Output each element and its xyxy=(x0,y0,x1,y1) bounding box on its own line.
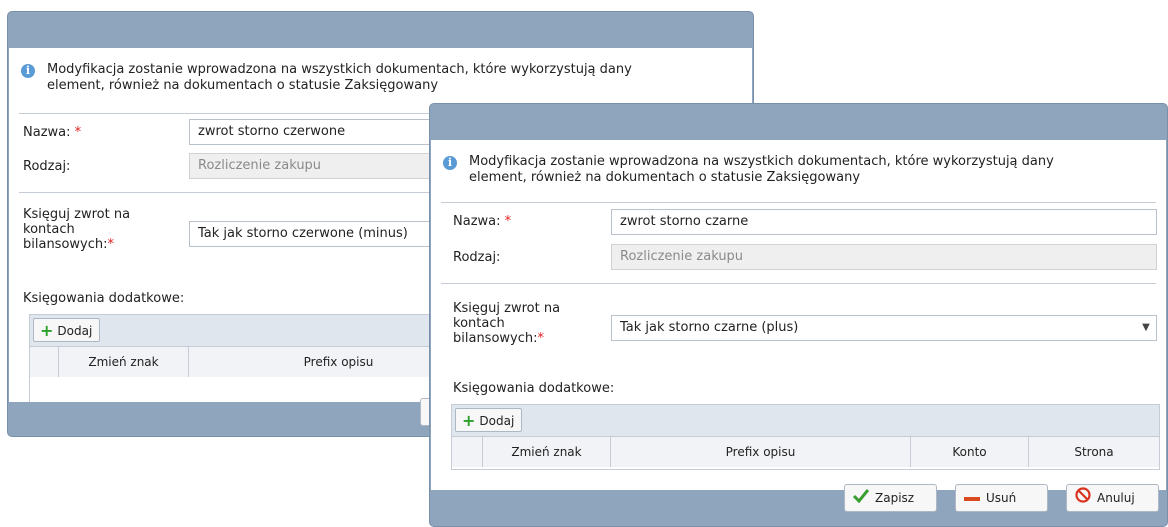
divider xyxy=(441,283,1156,284)
ksieguj-select-value: Tak jak storno czarne (plus) xyxy=(620,320,799,335)
info-icon: i xyxy=(443,156,457,170)
plus-icon: + xyxy=(40,321,54,340)
ksieguj-label-3-text: bilansowych: xyxy=(453,331,538,346)
column-header[interactable]: Prefix opisu xyxy=(610,437,910,467)
add-button-label: Dodaj xyxy=(479,414,515,428)
cancel-button[interactable]: Anuluj xyxy=(1066,484,1159,512)
info-line-2: element, również na dokumentach o status… xyxy=(47,78,439,93)
delete-button[interactable]: Usuń xyxy=(955,484,1048,512)
cancel-icon xyxy=(1075,486,1091,512)
rodzaj-input: Rozliczenie zakupu xyxy=(611,244,1157,270)
info-icon: i xyxy=(21,64,35,78)
ksieguj-select[interactable]: Tak jak storno czarne (plus) ▼ xyxy=(611,315,1157,341)
info-line-1: Modyfikacja zostanie wprowadzona na wszy… xyxy=(469,154,1054,169)
column-header[interactable]: Zmień znak xyxy=(58,347,188,377)
dialog-body-front: i Modyfikacja zostanie wprowadzona na ws… xyxy=(431,140,1166,490)
chevron-down-icon[interactable]: ▼ xyxy=(1136,316,1156,340)
required-mark: * xyxy=(74,125,82,140)
ksieguj-label: Księguj zwrot na kontach bilansowych:* xyxy=(453,301,560,346)
ksiegowania-label: Księgowania dodatkowe: xyxy=(453,381,615,396)
ksieguj-label-1: Księguj zwrot na xyxy=(23,207,131,222)
required-mark: * xyxy=(504,214,512,229)
check-icon xyxy=(852,486,870,512)
info-line-1: Modyfikacja zostanie wprowadzona na wszy… xyxy=(47,62,632,77)
column-header[interactable]: Strona xyxy=(1028,437,1159,467)
ksiegowania-grid: + Dodaj Zmień znak Prefix opisu Konto Str… xyxy=(451,404,1160,470)
nazwa-label-text: Nazwa: xyxy=(23,125,71,140)
nazwa-label: Nazwa: * xyxy=(453,214,511,230)
required-mark: * xyxy=(537,331,545,346)
divider xyxy=(441,202,1156,203)
add-button-label: Dodaj xyxy=(57,324,93,338)
info-text: Modyfikacja zostanie wprowadzona na wszy… xyxy=(469,154,1054,186)
info-text: Modyfikacja zostanie wprowadzona na wszy… xyxy=(47,62,632,94)
nazwa-input[interactable]: zwrot storno czarne xyxy=(611,209,1157,235)
ksieguj-label-3: bilansowych:* xyxy=(23,237,130,252)
column-header[interactable]: Konto xyxy=(910,437,1028,467)
nazwa-label: Nazwa: * xyxy=(23,125,81,141)
save-button[interactable]: Zapisz xyxy=(844,484,937,512)
rodzaj-label: Rodzaj: xyxy=(23,159,71,174)
column-header[interactable]: Zmień znak xyxy=(482,437,610,467)
rodzaj-label: Rodzaj: xyxy=(453,250,501,265)
ksieguj-label-3-text: bilansowych: xyxy=(23,237,108,252)
add-button[interactable]: + Dodaj xyxy=(33,318,101,342)
ksieguj-label-3: bilansowych:* xyxy=(453,331,560,346)
ksieguj-label-2: kontach xyxy=(453,316,505,331)
add-button[interactable]: + Dodaj xyxy=(455,408,523,432)
nazwa-label-text: Nazwa: xyxy=(453,214,501,229)
grid-toolbar: + Dodaj xyxy=(452,405,1159,437)
required-mark: * xyxy=(107,237,115,252)
ksieguj-label: Księguj zwrot na kontach bilansowych:* xyxy=(23,207,130,252)
minus-icon xyxy=(964,486,980,512)
cancel-button-label: Anuluj xyxy=(1097,491,1135,505)
edit-dialog-front: i Modyfikacja zostanie wprowadzona na ws… xyxy=(429,103,1168,527)
grid-header: Zmień znak Prefix opisu Konto Strona xyxy=(452,437,1159,467)
plus-icon: + xyxy=(462,411,476,430)
delete-button-label: Usuń xyxy=(986,491,1017,505)
ksieguj-label-2: kontach xyxy=(23,222,75,237)
info-line-2: element, również na dokumentach o status… xyxy=(469,170,861,185)
ksiegowania-label: Księgowania dodatkowe: xyxy=(23,291,185,306)
save-button-label: Zapisz xyxy=(875,491,915,505)
ksieguj-label-1: Księguj zwrot na xyxy=(453,301,561,316)
